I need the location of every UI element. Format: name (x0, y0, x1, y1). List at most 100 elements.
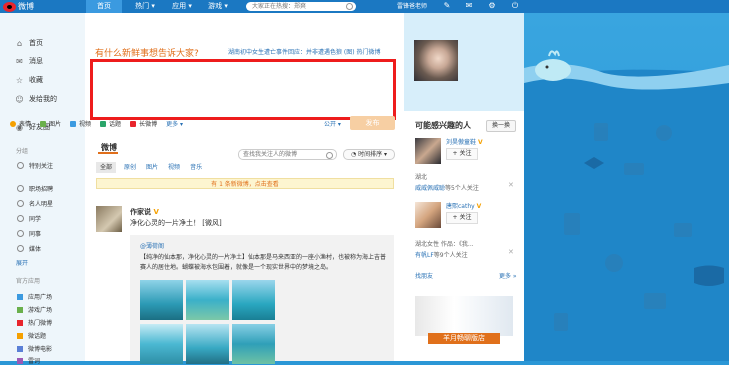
sidebar-group-1[interactable]: 名人明星 (17, 199, 53, 208)
more-link[interactable]: 更多 » (499, 271, 517, 280)
repost-author[interactable]: @薄荷阁 (140, 241, 164, 250)
expand-link[interactable]: 展开 (16, 258, 28, 267)
message-icon: ✉ (16, 57, 23, 66)
verified-badge-icon: V (476, 203, 482, 210)
post-photo[interactable] (232, 280, 275, 320)
post-photo[interactable] (140, 324, 183, 364)
sidebar-item-special[interactable]: 特别关注 (17, 161, 53, 170)
emoji-button[interactable]: 表情 (10, 119, 31, 128)
repost-text: 【纯净的仙本那，净化心灵的一片净土】仙本那是马来西亚的一座小渔村，也被称为海上吉… (140, 254, 387, 271)
mutual-link[interactable]: 威威佩威聪 (415, 185, 445, 192)
topic-icon (100, 120, 107, 127)
weibo-eye-icon (3, 1, 16, 12)
sidebar-item-home[interactable]: ⌂ 首页 (15, 38, 43, 49)
user-name-link[interactable]: 雷锋爸老师 (397, 0, 427, 13)
sidebar-app-0[interactable]: 应用广场 (17, 292, 52, 301)
nav-hot[interactable]: 热门 ▾ (127, 0, 163, 13)
video-icon (70, 120, 77, 127)
messages-icon[interactable]: ✉ (465, 2, 473, 10)
new-posts-notice[interactable]: 有 1 条新微博，点击查看 (96, 178, 394, 189)
related-topic-link[interactable]: 湖南初中女生遭亡事件回应：并非遭遇色狼 (图) 热门微博 (228, 47, 381, 56)
search-icon[interactable] (326, 152, 333, 159)
close-icon[interactable]: ✕ (508, 181, 514, 189)
bullet-icon (17, 200, 24, 207)
suggested-person-name[interactable]: 刘昊傲童鞋 V (446, 137, 483, 146)
nav-apps[interactable]: 应用 ▾ (164, 0, 200, 13)
sidebar-item-label: 应用广场 (28, 294, 53, 301)
post-photo[interactable] (140, 280, 183, 320)
topic-button[interactable]: 话题 (100, 119, 121, 128)
sidebar-group-4[interactable]: 媒体 (17, 244, 41, 253)
mutual-link[interactable]: 有帆LF (415, 252, 434, 259)
sidebar-app-2[interactable]: 热门微博 (17, 318, 52, 327)
mutual-text: 等9个人关注 (433, 252, 468, 259)
post-photo[interactable] (232, 324, 275, 364)
long-post-button[interactable]: 长微博 (130, 119, 157, 128)
bullet-icon (17, 245, 24, 252)
tab-all[interactable]: 全部 (96, 162, 117, 173)
nav-home[interactable]: 首页 (86, 0, 122, 13)
sidebar-app-3[interactable]: 微话题 (17, 331, 46, 340)
tab-music[interactable]: 音乐 (190, 162, 202, 173)
post-author[interactable]: 作家说 V (130, 207, 159, 217)
publish-button[interactable]: 发布 (350, 116, 395, 130)
ad-banner[interactable] (415, 296, 513, 336)
sidebar-app-1[interactable]: 游戏广场 (17, 305, 52, 314)
compose-textarea[interactable] (90, 59, 396, 120)
tool-label: 表情 (19, 121, 32, 128)
sidebar-item-sent-to-me[interactable]: ☺ 发给我的 (15, 94, 57, 105)
tab-images[interactable]: 图片 (146, 162, 158, 173)
suggested-person-name[interactable]: 唐熙cathy V (446, 201, 481, 210)
video-button[interactable]: 视频 (70, 119, 91, 128)
repost-block: @薄荷阁 【纯净的仙本那，净化心灵的一片净土】仙本那是马来西亚的一座小渔村，也被… (130, 235, 394, 364)
hot-icon (17, 319, 23, 326)
sidebar-group-0[interactable]: 职场招聘 (17, 184, 53, 193)
power-icon[interactable]: ⏻ (511, 2, 519, 10)
compose-icon[interactable]: ✎ (443, 2, 451, 10)
tab-original[interactable]: 原创 (124, 162, 136, 173)
suggested-people-card: 可能感兴趣的人 换一换 刘昊傲童鞋 V + 关注 湖北 威威佩威聪等5个人关注 … (404, 111, 524, 361)
settings-icon[interactable]: ⚙ (488, 2, 496, 10)
user-avatar[interactable] (414, 40, 458, 81)
sidebar-app-4[interactable]: 微博电影 (17, 344, 52, 353)
more-tools-button[interactable]: 更多 ▾ (166, 119, 183, 128)
refresh-button[interactable]: 换一换 (486, 120, 516, 132)
visibility-dropdown[interactable]: 公开 ▾ (324, 119, 341, 128)
sidebar-item-label: 微话题 (28, 333, 47, 340)
movie-icon (17, 345, 23, 352)
verified-badge-icon: V (477, 139, 483, 146)
sort-dropdown[interactable]: ◔ 时间排序 ▾ (343, 149, 395, 160)
person-mutual: 有帆LF等9个人关注 (415, 250, 468, 259)
feed-tabs: 全部 原创 图片 视频 音乐 (96, 162, 212, 173)
search-icon[interactable] (346, 3, 353, 10)
sidebar-group-2[interactable]: 同学 (17, 214, 41, 223)
sidebar-item-favorites[interactable]: ☆ 收藏 (15, 75, 43, 86)
person-name: 刘昊傲童鞋 (446, 139, 477, 146)
ad-label[interactable]: 羊月畅聊版店 (428, 333, 500, 344)
follow-button[interactable]: + 关注 (446, 212, 478, 224)
composer-prompt: 有什么新鲜事想告诉大家? (95, 49, 199, 59)
image-button[interactable]: 图片 (40, 119, 61, 128)
close-icon[interactable]: ✕ (508, 248, 514, 256)
follow-button[interactable]: + 关注 (446, 148, 478, 160)
feed-title-underline (98, 152, 118, 154)
post-photo[interactable] (186, 324, 229, 364)
suggested-person-avatar[interactable] (415, 138, 441, 164)
person-location: 湖北 (415, 174, 428, 181)
apps-section-title: 官方应用 (16, 278, 41, 285)
sidebar-item-messages[interactable]: ✉ 消息 (15, 56, 43, 67)
nav-games[interactable]: 游戏 ▾ (200, 0, 236, 13)
bullet-icon (17, 215, 24, 222)
weibo-logo[interactable]: 微博 (3, 1, 34, 12)
feed-search-input[interactable] (239, 150, 323, 159)
sidebar-item-label: 名人明星 (29, 201, 54, 208)
post-photo[interactable] (186, 280, 229, 320)
top-search-input[interactable] (246, 2, 348, 11)
post-author-avatar[interactable] (96, 206, 122, 232)
tab-video[interactable]: 视频 (168, 162, 180, 173)
tool-label: 话题 (109, 121, 122, 128)
suggested-person-avatar[interactable] (415, 202, 441, 228)
sidebar-item-label: 职场招聘 (29, 186, 54, 193)
find-friends-link[interactable]: 找朋友 (415, 271, 433, 280)
sidebar-group-3[interactable]: 同事 (17, 229, 41, 238)
